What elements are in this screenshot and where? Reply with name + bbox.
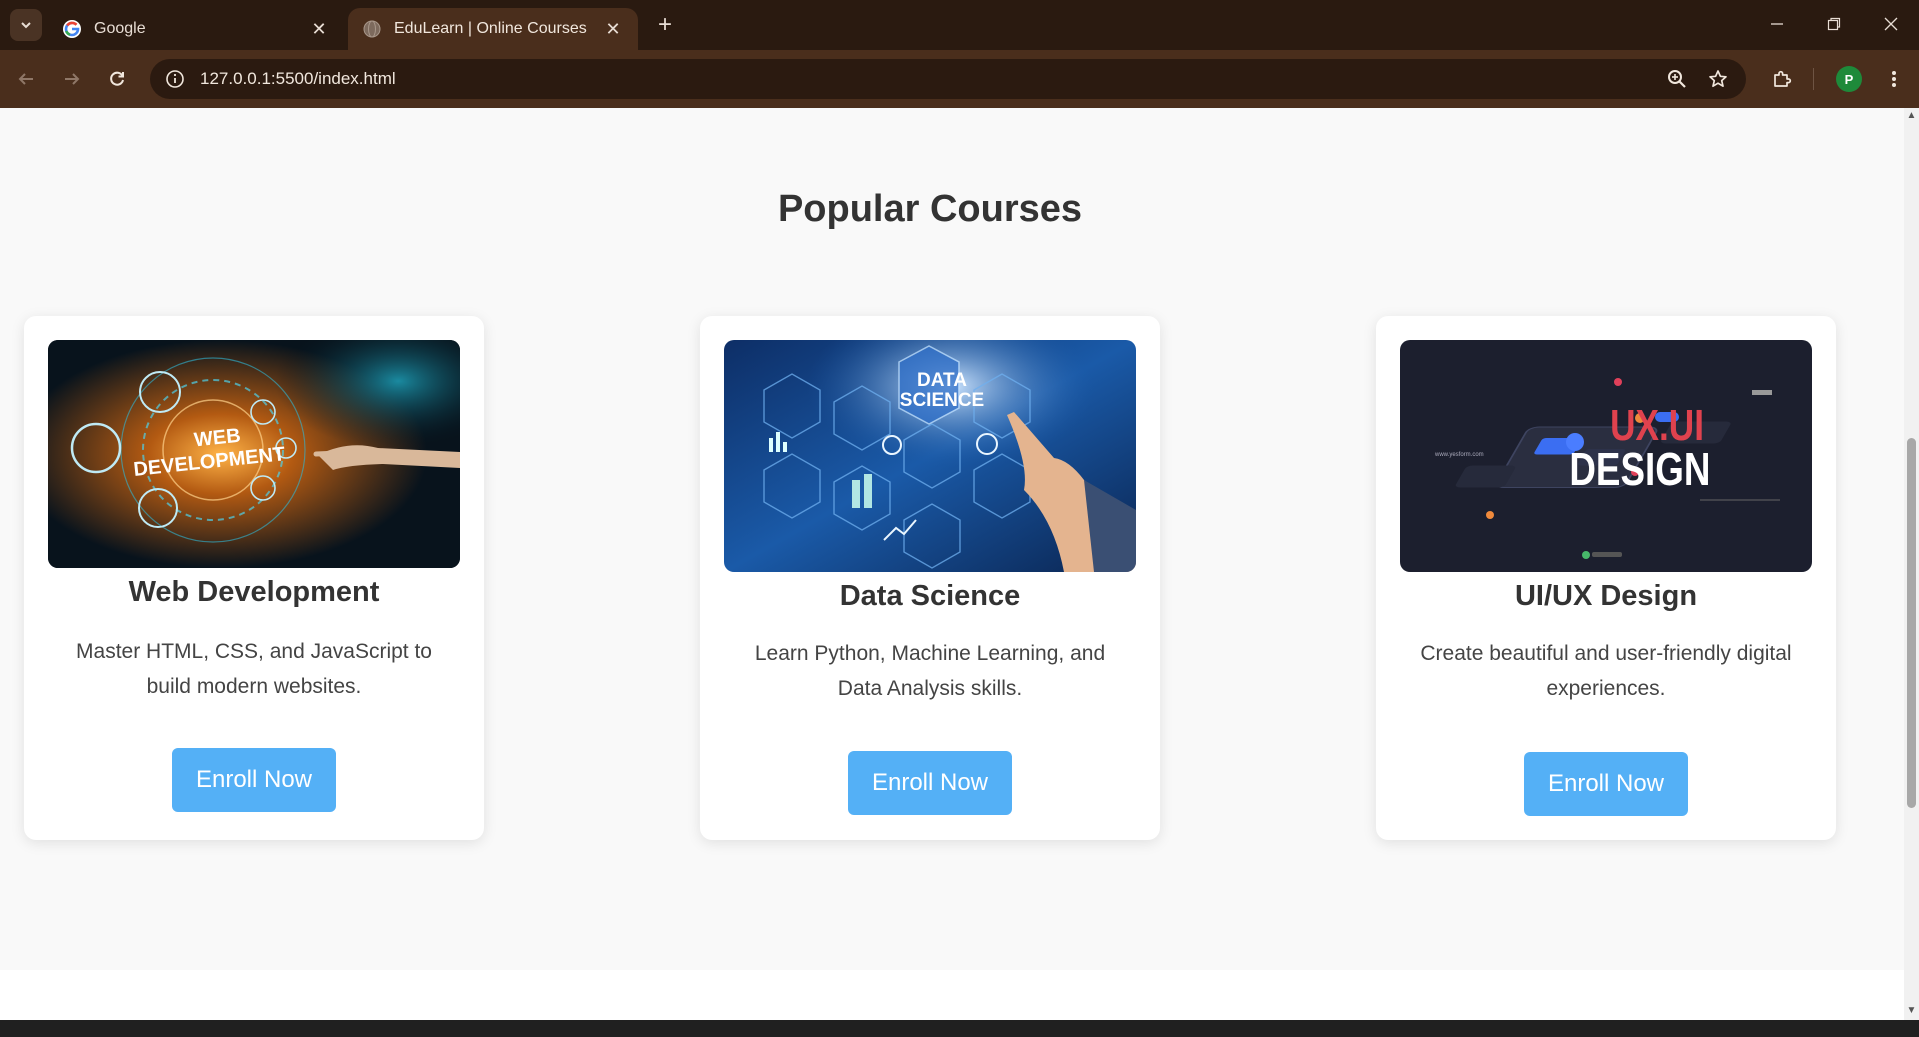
- browser-tab-bar: Google ✕ EduLearn | Online Courses ✕ +: [0, 0, 1919, 50]
- puzzle-icon: [1774, 70, 1792, 87]
- reload-button[interactable]: [101, 63, 133, 95]
- os-taskbar: [0, 1020, 1919, 1037]
- google-icon: [63, 20, 81, 38]
- course-title: Web Development: [128, 576, 380, 608]
- enroll-button[interactable]: Enroll Now: [848, 751, 1012, 815]
- browser-menu-button[interactable]: [1876, 59, 1912, 99]
- tab-search-button[interactable]: [10, 9, 42, 41]
- image-caption-line1: DATA: [917, 370, 967, 391]
- profile-avatar[interactable]: P: [1836, 66, 1862, 92]
- courses-section: Popular Courses WEB DEVELOPMENT Web Deve…: [0, 108, 1904, 970]
- address-bar[interactable]: 127.0.0.1:5500/index.html: [150, 59, 1746, 99]
- course-title: UI/UX Design: [1514, 580, 1698, 612]
- new-tab-button[interactable]: +: [650, 10, 680, 40]
- scroll-down-icon[interactable]: ▼: [1906, 1005, 1917, 1016]
- scroll-up-icon[interactable]: ▲: [1906, 110, 1917, 121]
- course-card-data-science: DATA SCIENCE Data Science Learn Python, …: [700, 316, 1160, 840]
- minimize-icon: [1771, 23, 1783, 25]
- extensions-button[interactable]: [1764, 59, 1800, 99]
- course-title: Data Science: [839, 580, 1021, 612]
- ui-ux-design-illustration: www.yesform.com UX.UI DESIGN: [1400, 340, 1812, 572]
- star-icon: [1709, 70, 1727, 88]
- section-title: Popular Courses: [777, 188, 1083, 230]
- course-card-ui-ux-design: www.yesform.com UX.UI DESIGN UI/UX Desig…: [1376, 316, 1836, 840]
- close-icon[interactable]: ✕: [308, 18, 330, 40]
- bookmark-button[interactable]: [1700, 59, 1736, 99]
- web-development-illustration: WEB DEVELOPMENT: [48, 340, 460, 568]
- image-caption-line2: SCIENCE: [900, 390, 984, 411]
- zoom-button[interactable]: [1659, 59, 1695, 99]
- chevron-down-icon: [21, 22, 31, 29]
- course-image-web-development: WEB DEVELOPMENT: [48, 340, 460, 568]
- reload-icon: [110, 71, 124, 86]
- svg-text:www.yesform.com: www.yesform.com: [1434, 452, 1484, 458]
- restore-button[interactable]: [1814, 8, 1854, 40]
- course-description: Master HTML, CSS, and JavaScript to buil…: [76, 640, 432, 698]
- course-image-ui-ux-design: www.yesform.com UX.UI DESIGN: [1400, 340, 1812, 572]
- tab-google[interactable]: Google ✕: [48, 8, 344, 50]
- page-viewport: Popular Courses WEB DEVELOPMENT Web Deve…: [0, 108, 1904, 1020]
- more-vertical-icon: [1892, 71, 1896, 87]
- zoom-icon: [1668, 70, 1686, 88]
- tab-title: EduLearn | Online Courses: [394, 20, 587, 37]
- arrow-right-icon: [65, 73, 80, 85]
- forward-button[interactable]: [56, 63, 88, 95]
- course-card-web-development: WEB DEVELOPMENT Web Development Master H…: [24, 316, 484, 840]
- scrollbar-thumb[interactable]: [1907, 438, 1916, 808]
- arrow-left-icon: [18, 73, 33, 85]
- url-text[interactable]: 127.0.0.1:5500/index.html: [200, 69, 396, 89]
- course-image-data-science: DATA SCIENCE: [724, 340, 1136, 572]
- course-description: Create beautiful and user-friendly digit…: [1420, 642, 1792, 700]
- data-science-illustration: DATA SCIENCE: [724, 340, 1136, 572]
- browser-toolbar: 127.0.0.1:5500/index.html: [0, 50, 1919, 108]
- tab-title: Google: [94, 20, 146, 37]
- window-close-button[interactable]: [1871, 8, 1911, 40]
- back-button[interactable]: [10, 63, 42, 95]
- image-caption-line2: DESIGN: [1569, 443, 1710, 495]
- site-info-icon[interactable]: [164, 68, 186, 90]
- enroll-button[interactable]: Enroll Now: [172, 748, 336, 812]
- close-icon[interactable]: ✕: [602, 18, 624, 40]
- enroll-button[interactable]: Enroll Now: [1524, 752, 1688, 816]
- minimize-button[interactable]: [1757, 8, 1797, 40]
- toolbar-divider: [1813, 68, 1814, 90]
- restore-icon: [1827, 17, 1841, 31]
- tab-edulearn[interactable]: EduLearn | Online Courses ✕: [348, 8, 638, 50]
- page-scrollbar[interactable]: ▲ ▼: [1904, 108, 1919, 1020]
- course-description: Learn Python, Machine Learning, and Data…: [754, 642, 1106, 700]
- globe-icon: [363, 20, 381, 38]
- close-icon: [1884, 17, 1898, 31]
